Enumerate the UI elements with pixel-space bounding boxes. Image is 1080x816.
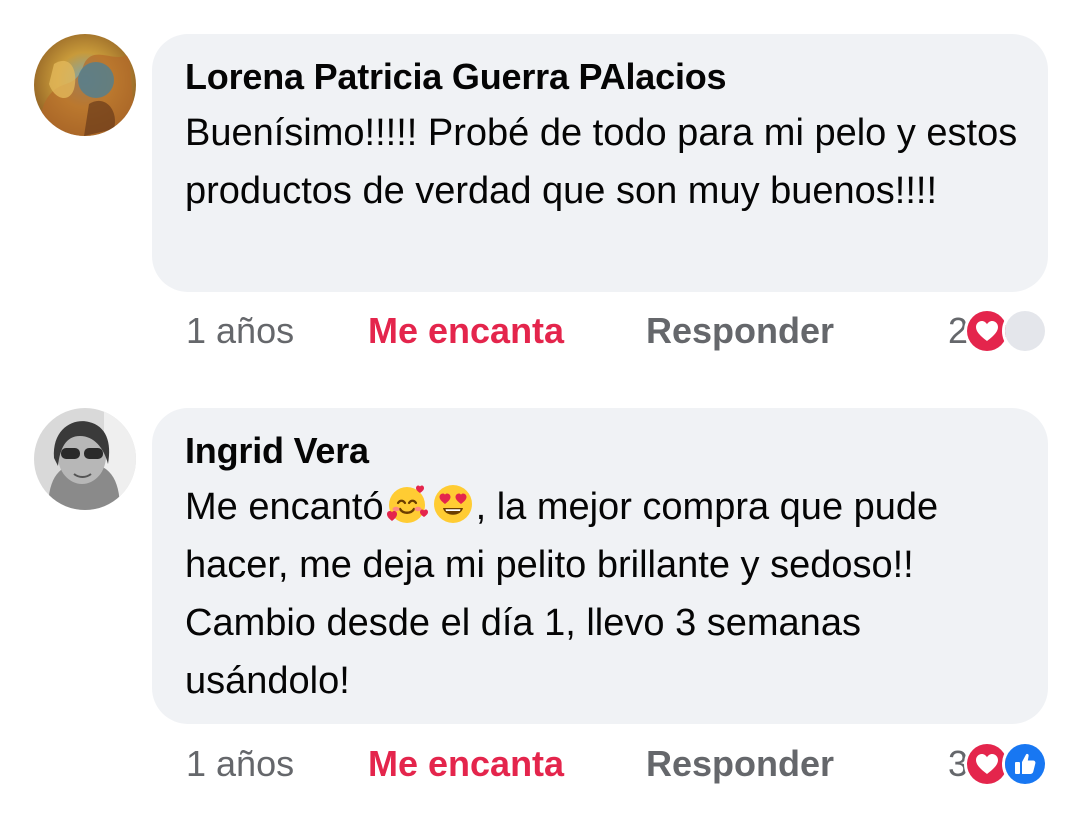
comment-author[interactable]: Ingrid Vera xyxy=(185,428,1018,474)
smiling-face-with-hearts-icon xyxy=(384,481,430,527)
comment-actions: 1 años Me encanta Responder 3 xyxy=(186,739,1048,789)
comment-author[interactable]: Lorena Patricia Guerra PAlacios xyxy=(185,54,1018,100)
like-icon xyxy=(1002,741,1048,787)
avatar[interactable] xyxy=(34,408,136,510)
love-reaction-button[interactable]: Me encanta xyxy=(368,739,564,789)
comment-bubble: Lorena Patricia Guerra PAlacios Buenísim… xyxy=(152,34,1048,292)
reaction-summary[interactable]: 2 xyxy=(948,306,1048,356)
comment-text-start: Me encantó xyxy=(185,486,384,528)
reply-button[interactable]: Responder xyxy=(646,739,834,789)
avatar-image xyxy=(34,34,136,136)
comment-actions: 1 años Me encanta Responder 2 xyxy=(186,306,1048,356)
comment-bubble: Ingrid Vera Me encantó , la mejor compra… xyxy=(152,408,1048,724)
reply-button[interactable]: Responder xyxy=(646,306,834,356)
avatar[interactable] xyxy=(34,34,136,136)
reaction-summary[interactable]: 3 xyxy=(948,739,1048,789)
comment-timestamp[interactable]: 1 años xyxy=(186,306,294,356)
comment-text: Buenísimo!!!!! Probé de todo para mi pel… xyxy=(185,112,1018,212)
gray-reaction-icon xyxy=(1002,308,1048,354)
avatar-image xyxy=(34,408,136,510)
comment-timestamp[interactable]: 1 años xyxy=(186,739,294,789)
comment-text: Me encantó , la mejor compra que pude ha… xyxy=(185,478,1018,710)
heart-eyes-icon xyxy=(430,481,476,527)
love-reaction-button[interactable]: Me encanta xyxy=(368,306,564,356)
